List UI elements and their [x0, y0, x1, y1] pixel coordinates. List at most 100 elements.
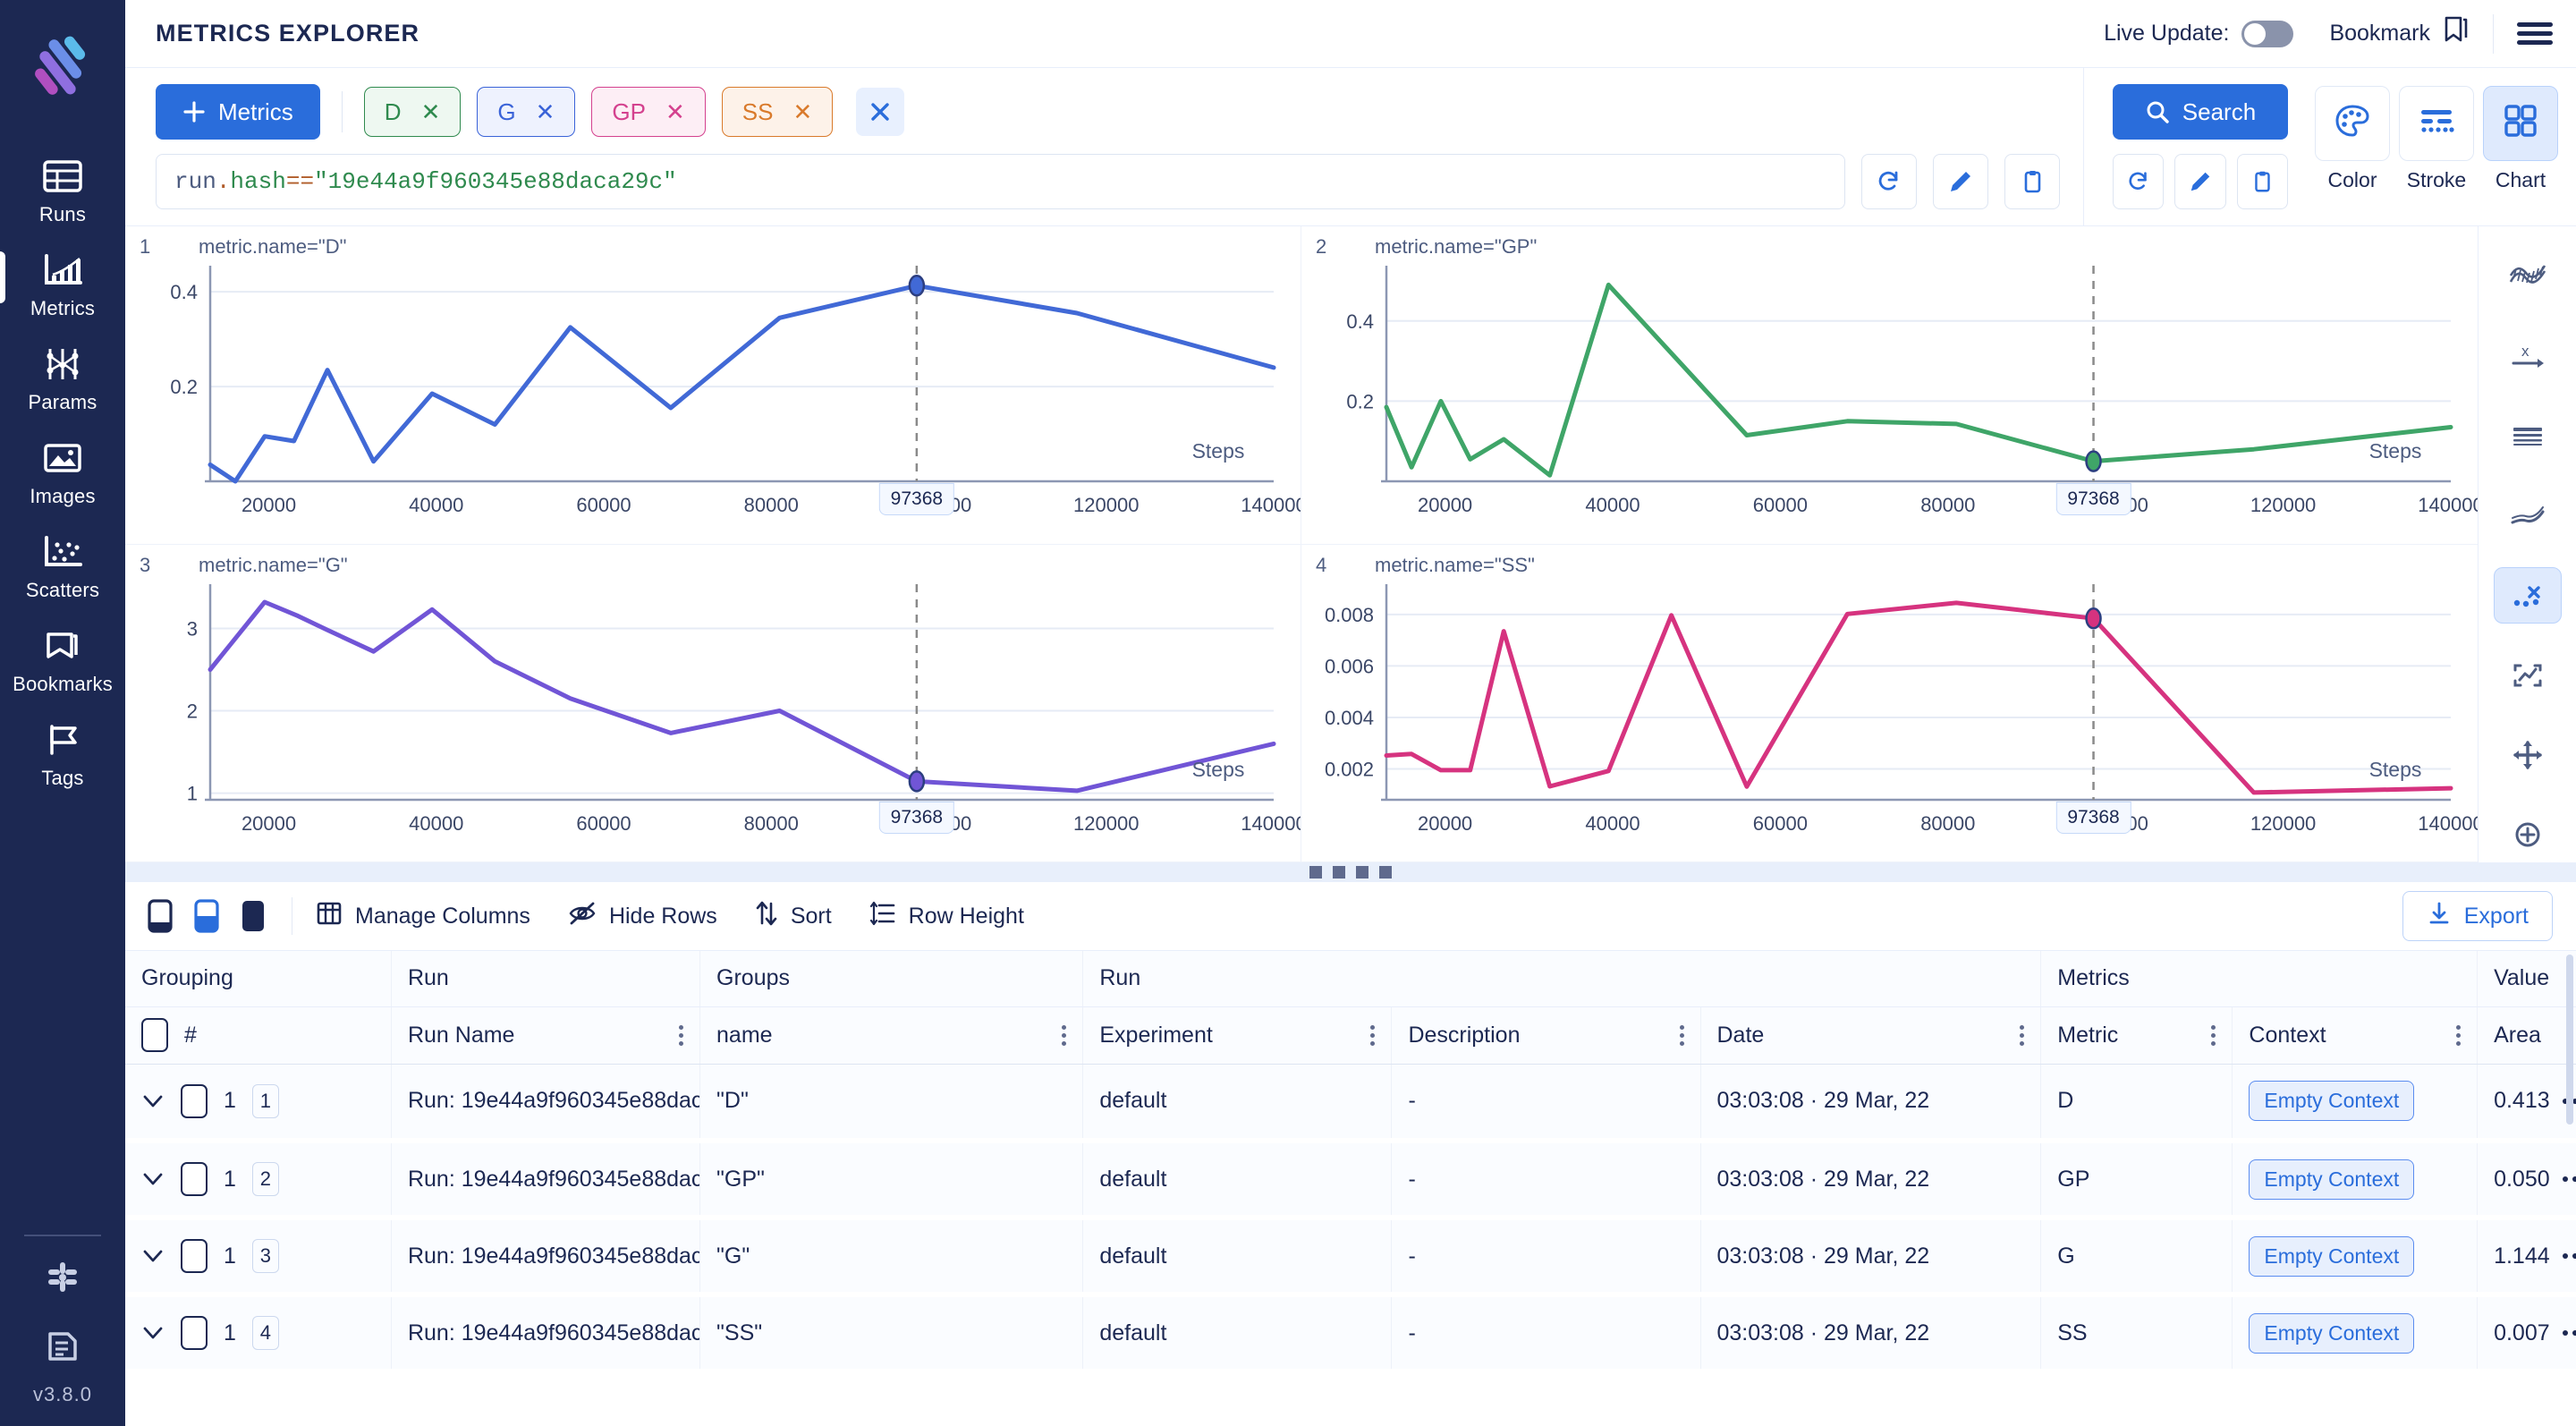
resize-mode-maximized-button[interactable]: [238, 898, 268, 934]
cell-context[interactable]: Empty Context: [2232, 1064, 2479, 1143]
cell-grouping[interactable]: 11: [125, 1064, 392, 1143]
manage-columns-button[interactable]: Manage Columns: [316, 900, 530, 933]
metric-chip-g[interactable]: G ✕: [477, 87, 576, 137]
runs-table-container[interactable]: Grouping Run Groups Run Metrics Value # …: [125, 950, 2576, 1426]
cell-grouping[interactable]: 14: [125, 1294, 392, 1374]
sidebar-item-tags[interactable]: Tags: [0, 707, 125, 801]
chart-panel-3[interactable]: 3 metric.name="G" 1 2 3 20000 40000 60000 8000…: [125, 544, 1301, 862]
cell-run-name[interactable]: Run: 19e44a9f960345e88daca29c: [391, 1141, 701, 1220]
sidebar-item-bookmarks[interactable]: Bookmarks: [0, 613, 125, 707]
docs-link[interactable]: [0, 1316, 125, 1383]
column-header-area[interactable]: Area: [2477, 1006, 2576, 1065]
zoom-in-button[interactable]: [2494, 647, 2562, 703]
resize-mode-hide-button[interactable]: [145, 898, 175, 934]
row-checkbox[interactable]: [181, 1316, 208, 1350]
context-pill[interactable]: Empty Context: [2249, 1159, 2415, 1200]
table-row[interactable]: 14Run: 19e44a9f960345e88daca29c"SS"defau…: [125, 1294, 2576, 1374]
chart-panel-4[interactable]: 4 metric.name="SS" 0.002 0.004 0.006 0.008 2…: [1301, 545, 2478, 862]
slack-link[interactable]: [0, 1245, 125, 1316]
chart-panel-2[interactable]: 2 metric.name="GP" 0.2 0.4 20000 40000 60000…: [1301, 226, 2478, 545]
chart-control[interactable]: Chart: [2483, 86, 2558, 192]
cell-context[interactable]: Empty Context: [2232, 1218, 2479, 1297]
column-menu-icon[interactable]: [1370, 1024, 1376, 1046]
column-menu-icon[interactable]: [2211, 1024, 2216, 1046]
cell-run-name[interactable]: Run: 19e44a9f960345e88daca29c: [391, 1064, 701, 1143]
add-metrics-button[interactable]: Metrics: [156, 84, 320, 140]
context-pill[interactable]: Empty Context: [2249, 1081, 2415, 1122]
bookmark-button[interactable]: Bookmark: [2329, 15, 2470, 52]
sort-button[interactable]: Sort: [755, 900, 832, 933]
column-header-metric[interactable]: Metric: [2040, 1006, 2233, 1065]
cell-grouping[interactable]: 12: [125, 1141, 392, 1220]
clear-all-chips-button[interactable]: [856, 88, 905, 136]
column-menu-icon[interactable]: [2456, 1024, 2462, 1046]
column-header-context[interactable]: Context: [2232, 1006, 2479, 1065]
row-height-button[interactable]: Row Height: [869, 900, 1024, 933]
copy-query-button[interactable]: [2004, 154, 2060, 209]
row-checkbox[interactable]: [181, 1083, 208, 1118]
live-update-toggle[interactable]: [2241, 20, 2294, 47]
sidebar-item-params[interactable]: Params: [0, 331, 125, 425]
panel-resize-handle[interactable]: [125, 862, 2576, 882]
column-menu-icon[interactable]: [679, 1024, 684, 1046]
context-pill[interactable]: Empty Context: [2249, 1312, 2415, 1354]
stroke-control[interactable]: Stroke: [2399, 86, 2474, 192]
expand-chevron-icon[interactable]: [141, 1325, 165, 1341]
column-menu-icon[interactable]: [1062, 1024, 1067, 1046]
chart-plot[interactable]: 1232000040000600008000010000012000014000…: [125, 545, 1301, 862]
chart-plot[interactable]: 0.20.42000040000600008000010000012000014…: [1301, 226, 2478, 544]
metric-chip-ss[interactable]: SS ✕: [721, 87, 834, 137]
copy-button[interactable]: [2236, 154, 2288, 209]
column-header-experiment[interactable]: Experiment: [1082, 1006, 1393, 1065]
reset-button[interactable]: [2113, 154, 2165, 209]
table-row[interactable]: 12Run: 19e44a9f960345e88daca29c"GP"defau…: [125, 1141, 2576, 1220]
cell-context[interactable]: Empty Context: [2232, 1294, 2479, 1374]
select-all-checkbox[interactable]: [141, 1018, 168, 1052]
edit-query-button[interactable]: [1933, 154, 1988, 209]
chart-panel-1[interactable]: 1 metric.name="D" 0.2 0.4 20000 40000 60000 8…: [125, 226, 1301, 545]
cell-run-name[interactable]: Run: 19e44a9f960345e88daca29c: [391, 1218, 701, 1297]
color-control-box[interactable]: [2315, 86, 2390, 161]
search-button[interactable]: Search: [2113, 84, 2288, 140]
metric-chip-gp[interactable]: GP ✕: [591, 87, 706, 137]
sidebar-item-metrics[interactable]: Metrics: [0, 237, 125, 331]
smoothing-button[interactable]: [2494, 409, 2562, 465]
aggregate-metrics-button[interactable]: [2494, 250, 2562, 306]
cell-run-name[interactable]: Run: 19e44a9f960345e88daca29c: [391, 1294, 701, 1374]
table-vertical-scrollbar[interactable]: [2563, 951, 2576, 1426]
sidebar-item-scatters[interactable]: Scatters: [0, 519, 125, 613]
cell-grouping[interactable]: 13: [125, 1218, 392, 1297]
table-row[interactable]: 11Run: 19e44a9f960345e88daca29c"D"defaul…: [125, 1064, 2576, 1143]
color-control[interactable]: Color: [2315, 86, 2390, 192]
chart-plot[interactable]: 0.20.42000040000600008000010000012000014…: [125, 226, 1301, 544]
chip-remove-icon[interactable]: ✕: [792, 100, 812, 123]
expand-chevron-icon[interactable]: [141, 1093, 165, 1109]
chip-remove-icon[interactable]: ✕: [665, 100, 685, 123]
column-menu-icon[interactable]: [2020, 1024, 2025, 1046]
reset-query-button[interactable]: [1861, 154, 1917, 209]
hamburger-icon[interactable]: [2517, 21, 2553, 47]
chart-plot[interactable]: 0.002 0.004 0.006 0.008 20000 40000 60000 80000…: [1301, 545, 2478, 862]
edit-button[interactable]: [2174, 154, 2226, 209]
cell-context[interactable]: Empty Context: [2232, 1141, 2479, 1220]
expand-chevron-icon[interactable]: [141, 1171, 165, 1187]
column-header-name[interactable]: name: [699, 1006, 1084, 1065]
highlight-mode-button[interactable]: [2494, 488, 2562, 544]
x-axis-properties-button[interactable]: x: [2494, 329, 2562, 386]
column-header-index[interactable]: #: [125, 1006, 392, 1065]
chip-remove-icon[interactable]: ✕: [421, 100, 441, 123]
column-header-date[interactable]: Date: [1700, 1006, 2042, 1065]
chart-control-box[interactable]: [2483, 86, 2558, 161]
add-panel-button[interactable]: [2494, 806, 2562, 862]
column-header-description[interactable]: Description: [1391, 1006, 1701, 1065]
zoom-out-button[interactable]: [2494, 726, 2562, 783]
table-row[interactable]: 13Run: 19e44a9f960345e88daca29c"G"defaul…: [125, 1218, 2576, 1297]
hide-rows-button[interactable]: Hide Rows: [568, 900, 717, 933]
chip-remove-icon[interactable]: ✕: [536, 100, 555, 123]
column-menu-icon[interactable]: [1679, 1024, 1684, 1046]
export-button[interactable]: Export: [2402, 891, 2553, 941]
metric-chip-d[interactable]: D ✕: [363, 87, 462, 137]
resize-mode-resizable-button[interactable]: [191, 898, 222, 934]
expand-chevron-icon[interactable]: [141, 1248, 165, 1264]
tooltip-params-button[interactable]: [2493, 567, 2562, 624]
